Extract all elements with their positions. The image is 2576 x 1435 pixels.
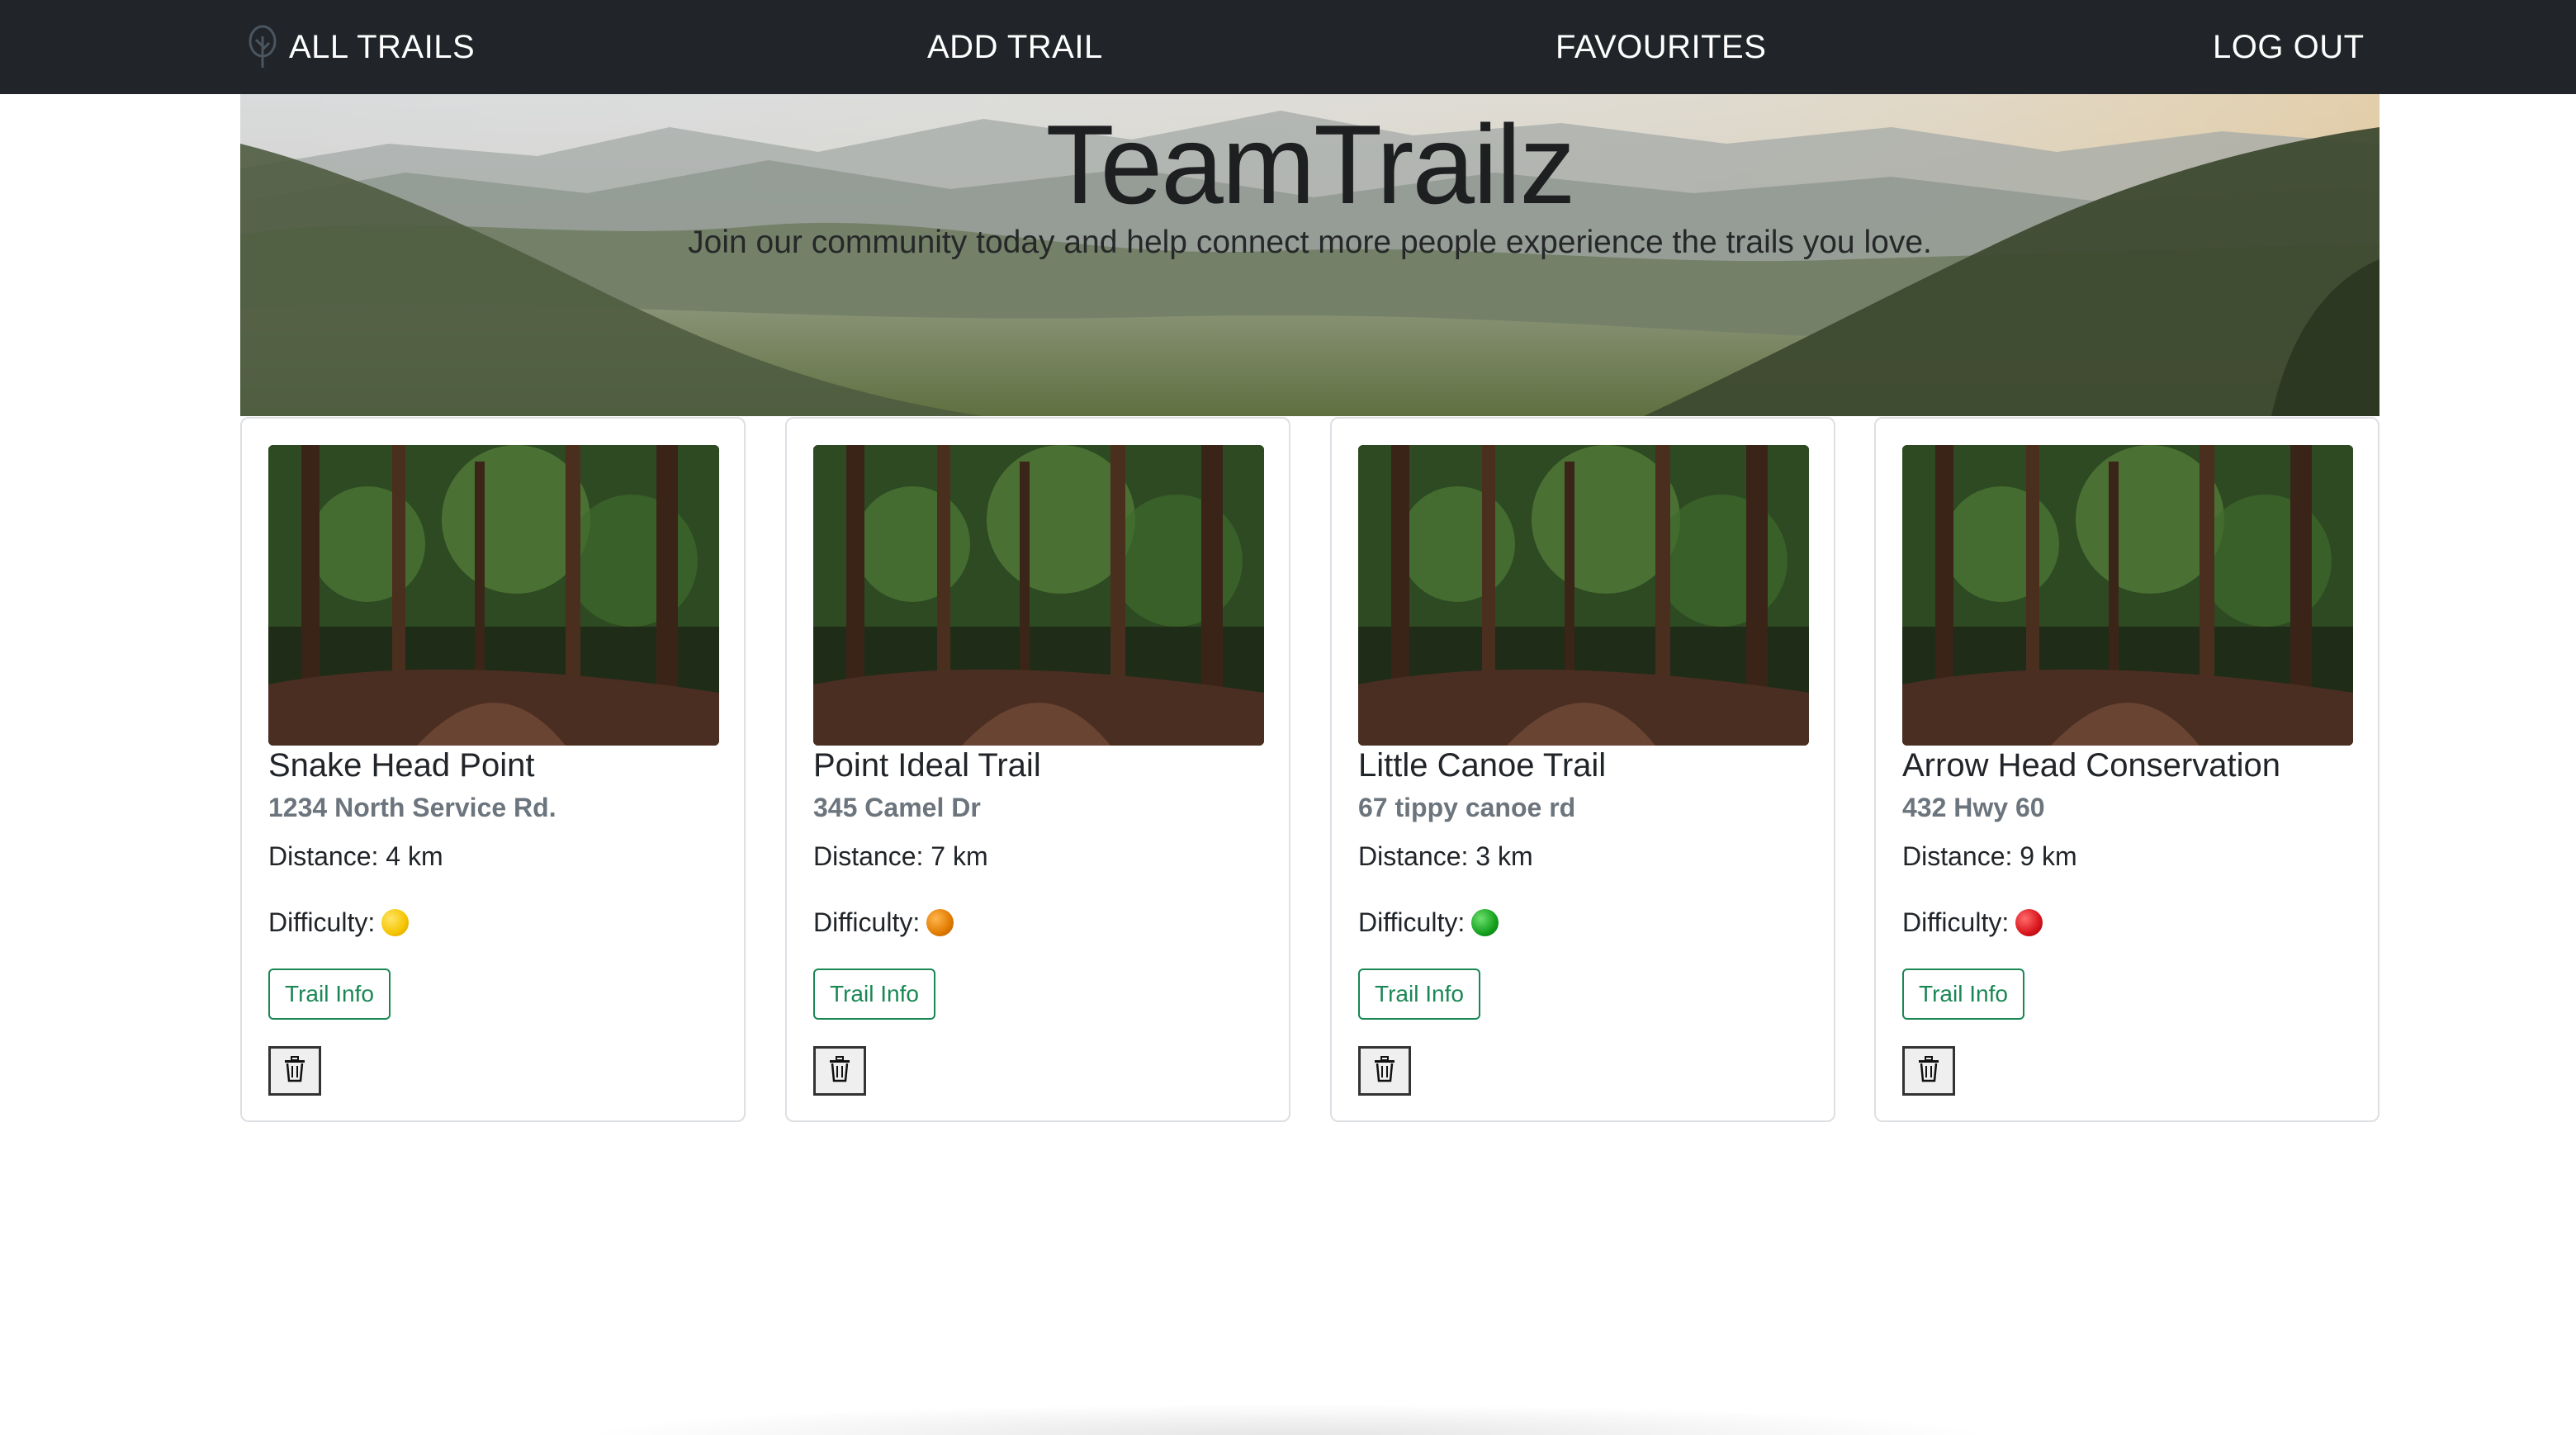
trail-name: Little Canoe Trail: [1358, 747, 1607, 784]
trail-info-button[interactable]: Trail Info: [268, 969, 391, 1020]
nav-log-out[interactable]: LOG OUT: [2213, 0, 2365, 94]
trail-name: Arrow Head Conservation: [1902, 747, 2280, 784]
difficulty-indicator-icon: [381, 909, 410, 936]
trash-icon: [828, 1055, 851, 1087]
trash-icon: [1373, 1055, 1396, 1087]
trail-card: Snake Head Point 1234 North Service Rd. …: [240, 417, 746, 1122]
difficulty-label: Difficulty:: [1358, 907, 1466, 937]
trail-card: Point Ideal Trail 345 Camel Dr Distance:…: [785, 417, 1290, 1122]
trail-difficulty: Difficulty:: [1358, 907, 1499, 938]
trail-name: Point Ideal Trail: [813, 747, 1041, 784]
difficulty-label: Difficulty:: [268, 907, 376, 937]
nav-favourites[interactable]: FAVOURITES: [1556, 0, 1766, 94]
nav-all-trails-label: ALL TRAILS: [289, 28, 476, 65]
delete-trail-button[interactable]: [268, 1046, 321, 1096]
difficulty-indicator-icon: [1471, 909, 1499, 936]
nav-all-trails[interactable]: ALL TRAILS: [244, 0, 475, 94]
trail-address: 67 tippy canoe rd: [1358, 793, 1576, 822]
trail-image: [813, 445, 1264, 746]
trail-difficulty: Difficulty:: [813, 907, 954, 938]
trail-distance: Distance: 9 km: [1902, 841, 2077, 871]
trail-info-button[interactable]: Trail Info: [1902, 969, 2024, 1020]
site-tagline: Join our community today and help connec…: [688, 225, 1932, 260]
trail-address: 345 Camel Dr: [813, 793, 981, 822]
trail-distance: Distance: 7 km: [813, 841, 988, 871]
delete-trail-button[interactable]: [1902, 1046, 1955, 1096]
trail-info-button[interactable]: Trail Info: [1358, 969, 1480, 1020]
trail-address: 1234 North Service Rd.: [268, 793, 556, 822]
trail-distance: Distance: 3 km: [1358, 841, 1533, 871]
trail-difficulty: Difficulty:: [268, 907, 410, 938]
trail-card: Arrow Head Conservation 432 Hwy 60 Dista…: [1874, 417, 2379, 1122]
page-bottom-shadow: [578, 1404, 1998, 1435]
trail-info-button[interactable]: Trail Info: [813, 969, 935, 1020]
trash-icon: [283, 1055, 306, 1087]
trail-image: [1902, 445, 2353, 746]
tree-icon: [244, 24, 281, 70]
delete-trail-button[interactable]: [813, 1046, 866, 1096]
top-navbar: ALL TRAILS ADD TRAIL FAVOURITES LOG OUT: [0, 0, 2576, 94]
difficulty-indicator-icon: [926, 909, 954, 936]
delete-trail-button[interactable]: [1358, 1046, 1411, 1096]
trash-icon: [1917, 1055, 1940, 1087]
trail-name: Snake Head Point: [268, 747, 535, 784]
trail-card: Little Canoe Trail 67 tippy canoe rd Dis…: [1330, 417, 1835, 1122]
difficulty-indicator-icon: [2015, 909, 2043, 936]
trail-image: [268, 445, 719, 746]
trail-difficulty: Difficulty:: [1902, 907, 2043, 938]
hero-banner: TeamTrailz Join our community today and …: [240, 94, 2379, 416]
trail-address: 432 Hwy 60: [1902, 793, 2045, 822]
nav-add-trail[interactable]: ADD TRAIL: [927, 0, 1103, 94]
site-title: TeamTrailz: [1045, 102, 1576, 227]
difficulty-label: Difficulty:: [813, 907, 921, 937]
trail-distance: Distance: 4 km: [268, 841, 443, 871]
trail-image: [1358, 445, 1809, 746]
difficulty-label: Difficulty:: [1902, 907, 2010, 937]
